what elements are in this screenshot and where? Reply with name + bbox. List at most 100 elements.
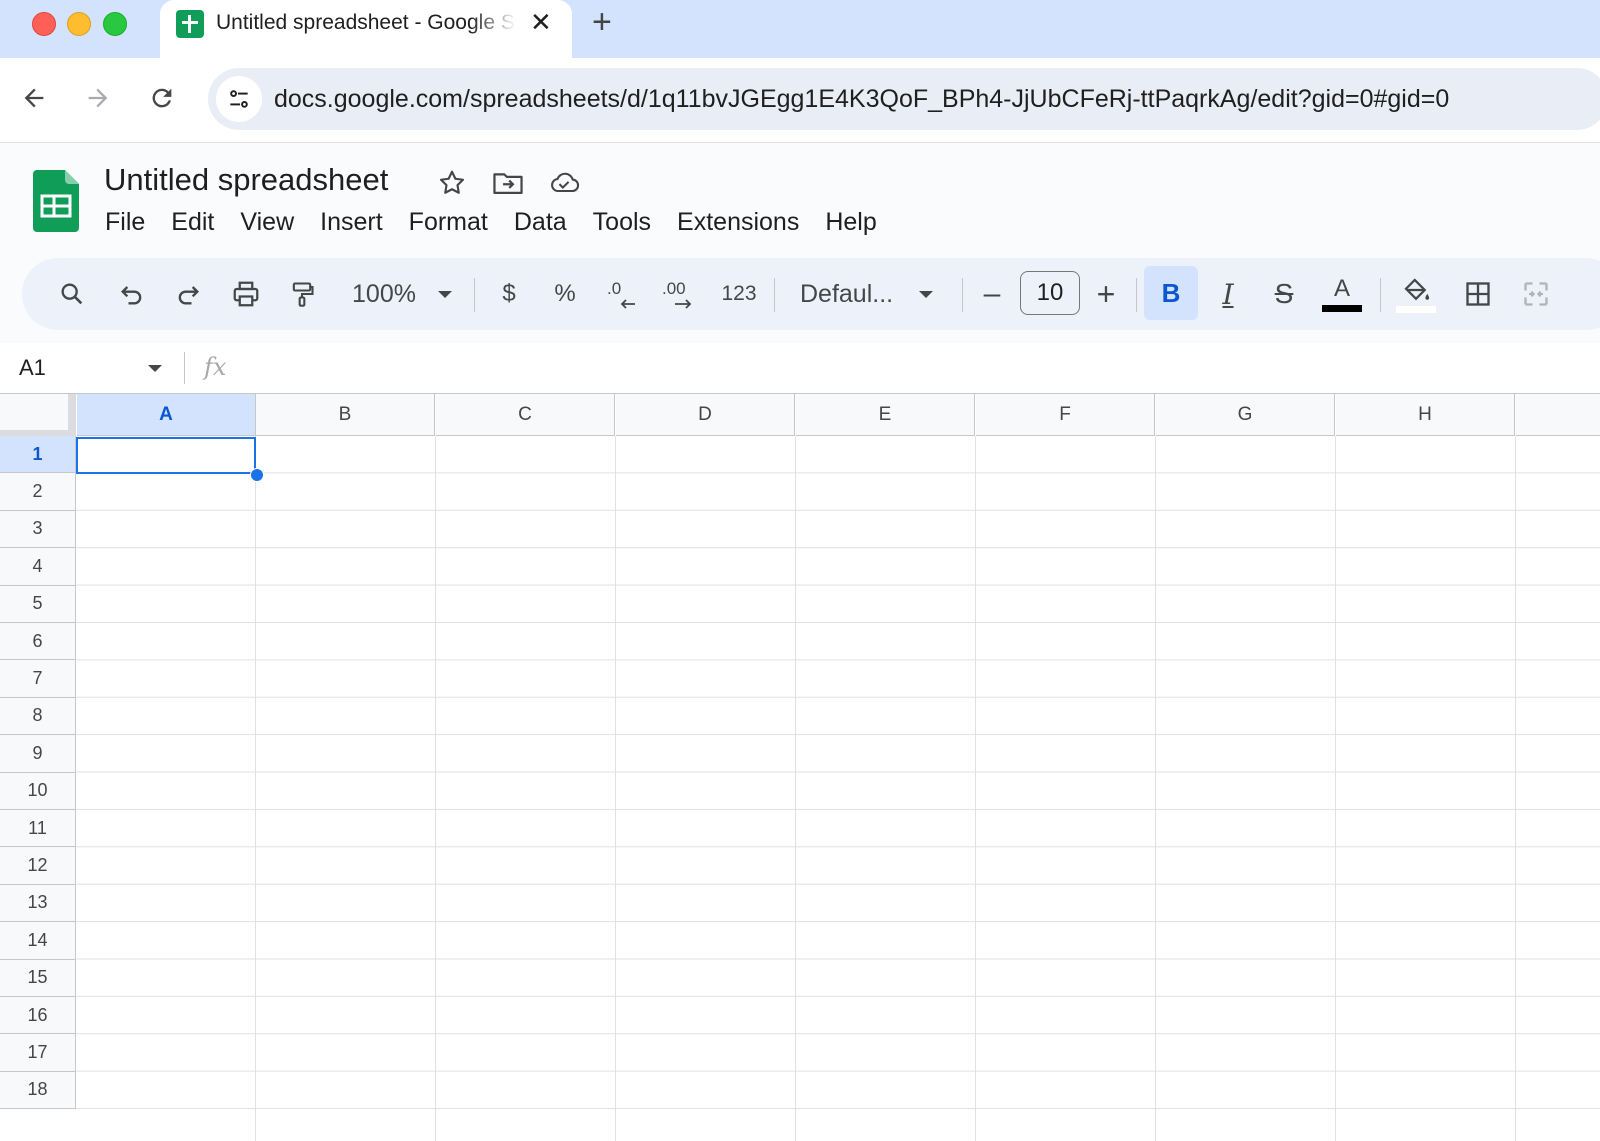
move-button[interactable] (492, 167, 524, 199)
url-text[interactable]: docs.google.com/spreadsheets/d/1q11bvJGE… (274, 84, 1449, 114)
column-header-b[interactable]: B (256, 394, 435, 436)
select-all-corner[interactable] (0, 394, 76, 436)
window-minimize-button[interactable] (67, 12, 91, 36)
column-header-i[interactable] (1516, 394, 1600, 436)
star-button[interactable] (436, 167, 468, 199)
row-header-11[interactable]: 11 (0, 810, 76, 848)
row-header-12[interactable]: 12 (0, 847, 76, 885)
text-color-swatch (1322, 304, 1362, 312)
fill-handle[interactable] (250, 468, 264, 482)
name-box[interactable]: A1 (19, 355, 46, 381)
row-header-18[interactable]: 18 (0, 1071, 76, 1110)
row-header-10[interactable]: 10 (0, 772, 76, 810)
saved-status-button[interactable] (548, 167, 580, 199)
fx-icon: fx (204, 353, 227, 381)
fill-color-button[interactable] (1394, 272, 1438, 316)
document-title[interactable]: Untitled spreadsheet (104, 161, 388, 199)
paint-format-button[interactable] (282, 272, 322, 316)
merge-cells-icon (1524, 282, 1548, 306)
row-header-2[interactable]: 2 (0, 473, 76, 511)
row-header-9[interactable]: 9 (0, 735, 76, 773)
row-header-8[interactable]: 8 (0, 697, 76, 736)
chevron-down-icon (437, 291, 452, 298)
row-header-16[interactable]: 16 (0, 997, 76, 1035)
column-header-f[interactable]: F (976, 394, 1155, 436)
redo-button[interactable] (168, 272, 208, 316)
column-header-c[interactable]: C (436, 394, 615, 436)
svg-text:.0: .0 (607, 279, 621, 298)
browser-toolbar: docs.google.com/spreadsheets/d/1q11bvJGE… (0, 58, 1600, 143)
browser-tab-strip: Untitled spreadsheet - Google Sheets ✕ + (0, 0, 1600, 58)
borders-button[interactable] (1458, 272, 1498, 316)
new-tab-button[interactable]: + (592, 4, 612, 40)
decrease-font-size-symbol: – (983, 277, 1001, 310)
menu-help[interactable]: Help (812, 205, 889, 241)
column-header-d[interactable]: D (616, 394, 795, 436)
fill-color-swatch (1396, 305, 1436, 313)
formatting-toolbar: 100% $ % .0 .00 123 Defaul... – 10 + B I… (22, 258, 1600, 330)
search-menus-button[interactable] (52, 272, 92, 316)
menu-extensions[interactable]: Extensions (664, 205, 812, 241)
menu-edit[interactable]: Edit (158, 205, 227, 241)
print-button[interactable] (226, 272, 266, 316)
window-zoom-button[interactable] (103, 12, 127, 36)
reload-button[interactable] (142, 78, 182, 118)
site-info-button[interactable] (216, 76, 262, 122)
browser-tab-active[interactable]: Untitled spreadsheet - Google Sheets ✕ (160, 0, 572, 58)
sheets-logo-icon[interactable] (33, 170, 79, 232)
name-box-dropdown-icon[interactable] (148, 365, 162, 372)
menu-format[interactable]: Format (396, 205, 501, 241)
menu-tools[interactable]: Tools (580, 205, 664, 241)
column-header-g[interactable]: G (1156, 394, 1335, 436)
undo-button[interactable] (112, 272, 152, 316)
merge-cells-button[interactable] (1516, 272, 1556, 316)
currency-symbol: $ (502, 280, 516, 307)
active-cell-a1[interactable] (76, 437, 256, 474)
percent-format-button[interactable]: % (546, 272, 584, 316)
menu-data[interactable]: Data (501, 205, 580, 241)
toolbar-divider (1380, 278, 1381, 312)
font-size-input[interactable]: 10 (1020, 271, 1080, 315)
column-header-h[interactable]: H (1336, 394, 1515, 436)
menu-bar: File Edit View Insert Format Data Tools … (92, 205, 890, 241)
row-header-4[interactable]: 4 (0, 548, 76, 586)
tune-icon (230, 90, 248, 108)
column-header-a[interactable]: A (77, 394, 256, 436)
column-header-e[interactable]: E (796, 394, 975, 436)
row-header-5[interactable]: 5 (0, 585, 76, 623)
italic-button[interactable]: I (1208, 272, 1248, 316)
menu-file[interactable]: File (92, 205, 158, 241)
more-formats-button[interactable]: 123 (716, 272, 762, 316)
row-header-17[interactable]: 17 (0, 1034, 76, 1072)
zoom-select[interactable]: 100% (342, 272, 462, 316)
row-header-6[interactable]: 6 (0, 623, 76, 661)
window-close-button[interactable] (32, 12, 56, 36)
tab-title: Untitled spreadsheet - Google Sheets (216, 11, 516, 34)
decrease-font-size-button[interactable]: – (976, 272, 1008, 316)
row-header-15[interactable]: 15 (0, 959, 76, 997)
font-select[interactable]: Defaul... (800, 272, 940, 316)
forward-button[interactable] (78, 78, 118, 118)
formula-input[interactable] (250, 351, 1580, 385)
increase-font-size-button[interactable]: + (1090, 272, 1122, 316)
decrease-decimal-button[interactable]: .0 (602, 272, 642, 316)
row-header-13[interactable]: 13 (0, 884, 76, 923)
row-header-3[interactable]: 3 (0, 510, 76, 549)
menu-view[interactable]: View (227, 205, 307, 241)
row-header-1[interactable]: 1 (0, 436, 76, 474)
search-icon (61, 283, 83, 305)
text-color-button[interactable]: A (1320, 272, 1364, 316)
bold-button[interactable]: B (1144, 266, 1198, 320)
currency-format-button[interactable]: $ (490, 272, 528, 316)
cell-area[interactable] (76, 436, 1600, 1141)
row-header-7[interactable]: 7 (0, 660, 76, 698)
tab-close-button[interactable]: ✕ (530, 8, 552, 36)
increase-decimal-button[interactable]: .00 (658, 272, 702, 316)
menu-insert[interactable]: Insert (307, 205, 396, 241)
zoom-value: 100% (352, 279, 416, 308)
address-bar[interactable]: docs.google.com/spreadsheets/d/1q11bvJGE… (208, 68, 1600, 130)
paint-format-icon (292, 282, 314, 307)
row-header-14[interactable]: 14 (0, 922, 76, 960)
back-button[interactable] (14, 78, 54, 118)
strikethrough-button[interactable]: S (1264, 272, 1304, 316)
